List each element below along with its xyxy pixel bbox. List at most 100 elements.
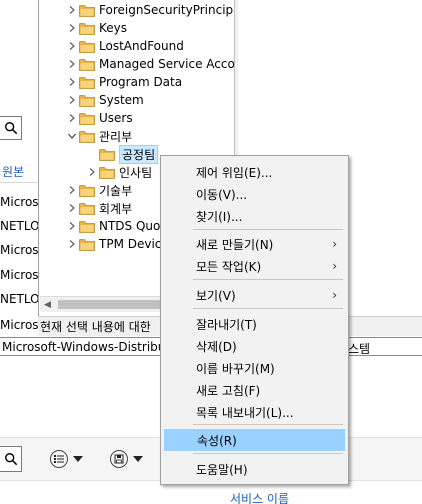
menu-separator: [193, 424, 343, 425]
list-item[interactable]: Microsoft: [0, 243, 38, 257]
search-button[interactable]: [0, 116, 22, 140]
tree-item-label: 인사팀: [119, 165, 153, 180]
list-item[interactable]: NETLOGON: [0, 292, 38, 306]
tree-item[interactable]: Program Data: [65, 73, 182, 91]
menu-item[interactable]: 모든 작업(K) ›: [164, 255, 345, 277]
chevron-right-icon[interactable]: [65, 37, 79, 55]
search-icon: [4, 453, 17, 466]
tree-item[interactable]: 공정팀: [85, 144, 159, 164]
menu-item[interactable]: 삭제(D): [164, 335, 345, 357]
menu-item[interactable]: 보기(V) ›: [164, 284, 345, 306]
divider: [0, 182, 38, 183]
save-button[interactable]: [110, 449, 143, 469]
menu-item[interactable]: 목록 내보내기(L)...: [164, 401, 345, 423]
tree-item-label: Program Data: [99, 75, 183, 89]
tree-item[interactable]: 관리부: [65, 127, 132, 145]
tree-item[interactable]: Managed Service Accou: [65, 55, 234, 73]
list-item[interactable]: Microsoft: [0, 318, 38, 332]
chevron-right-icon[interactable]: [65, 181, 79, 199]
menu-item[interactable]: 새로 고침(F): [164, 379, 345, 401]
column-header-source[interactable]: 원본: [2, 163, 24, 180]
folder-icon: [79, 184, 95, 197]
menu-separator: [193, 453, 343, 454]
menu-item[interactable]: 제어 위임(E)...: [164, 161, 345, 183]
menu-item-label: 새로 만들기(N): [196, 237, 274, 252]
folder-icon: [79, 22, 95, 35]
left-panel: 원본 Microsoft NETLOGON Microsoft Microsof…: [0, 0, 38, 340]
menu-item-label: 잘라내기(T): [196, 317, 257, 332]
menu-item[interactable]: 찾기(I)...: [164, 205, 345, 227]
menu-item-label: 도움말(H): [196, 462, 248, 477]
dropdown-arrow-icon[interactable]: [133, 456, 143, 462]
folder-icon: [79, 112, 95, 125]
list-item[interactable]: Microsoft: [0, 195, 38, 209]
list-icon: [50, 450, 68, 468]
menu-item-label: 삭제(D): [196, 339, 237, 354]
dropdown-arrow-icon[interactable]: [73, 456, 83, 462]
service-source-text: Microsoft-Windows-Distributed: [2, 339, 186, 354]
tree-item[interactable]: TPM Devic: [65, 235, 161, 253]
folder-icon: [79, 4, 95, 17]
scroll-left-icon[interactable]: ◀: [44, 300, 54, 310]
list-item[interactable]: Microsoft: [0, 268, 38, 282]
folder-icon: [79, 220, 95, 233]
search-icon: [4, 122, 17, 135]
chevron-right-icon[interactable]: [65, 55, 79, 73]
chevron-right-icon[interactable]: [65, 235, 79, 253]
tree-item-label: Users: [99, 111, 133, 125]
chevron-right-icon[interactable]: [65, 199, 79, 217]
tree-item-label: System: [99, 93, 144, 107]
menu-separator: [193, 229, 343, 230]
column-header-service-name[interactable]: 서비스 이름: [230, 490, 289, 504]
tree-item[interactable]: NTDS Quo: [65, 217, 160, 235]
tree-item[interactable]: LostAndFound: [65, 37, 184, 55]
tree-item[interactable]: Keys: [65, 19, 127, 37]
tree-item[interactable]: ForeignSecurityPrincipal: [65, 1, 234, 19]
tree-item-label: LostAndFound: [99, 39, 184, 53]
chevron-right-icon[interactable]: [65, 217, 79, 235]
tree-item[interactable]: System: [65, 91, 144, 109]
menu-item-label: 이름 바꾸기(M): [196, 361, 275, 376]
folder-icon: [79, 58, 95, 71]
search-button[interactable]: [0, 446, 22, 472]
menu-item[interactable]: 도움말(H): [164, 458, 345, 480]
menu-item[interactable]: 속성(R): [164, 429, 345, 451]
tree-item[interactable]: Users: [65, 109, 133, 127]
menu-separator: [193, 279, 343, 280]
chevron-right-icon[interactable]: [65, 73, 79, 91]
folder-icon: [79, 94, 95, 107]
chevron-right-icon[interactable]: [65, 19, 79, 37]
folder-icon: [99, 148, 115, 161]
chevron-right-icon[interactable]: [65, 1, 79, 19]
tree-item-label: Managed Service Accou: [99, 57, 234, 71]
menu-item[interactable]: 이동(V)...: [164, 183, 345, 205]
context-menu: 제어 위임(E)... 이동(V)... 찾기(I)... 새로 만들기(N) › 모든 …: [160, 155, 349, 485]
tree-item[interactable]: 기술부: [65, 181, 132, 199]
tree-item-label: 관리부: [99, 129, 133, 144]
submenu-arrow-icon: ›: [332, 259, 337, 273]
submenu-arrow-icon: ›: [332, 288, 337, 302]
menu-item[interactable]: 새로 만들기(N) ›: [164, 233, 345, 255]
folder-icon: [99, 166, 115, 179]
tree-item[interactable]: 인사팀: [85, 163, 152, 181]
tree-item-label: TPM Devic: [99, 237, 162, 251]
list-view-button[interactable]: [50, 449, 83, 469]
folder-icon: [79, 76, 95, 89]
scrollbar-thumb[interactable]: [58, 300, 168, 309]
menu-item-label: 속성(R): [197, 433, 237, 448]
chevron-right-icon[interactable]: [65, 109, 79, 127]
tree-item-label: NTDS Quo: [99, 219, 161, 233]
tree-item-label: ForeignSecurityPrincipal: [99, 3, 234, 17]
list-item[interactable]: NETLOGON: [0, 219, 38, 233]
folder-icon: [79, 130, 95, 143]
chevron-down-icon[interactable]: [65, 127, 79, 145]
tree-item-label: 회계부: [99, 201, 133, 216]
menu-item[interactable]: 잘라내기(T): [164, 313, 345, 335]
menu-item-label: 모든 작업(K): [196, 259, 262, 274]
menu-item-label: 찾기(I)...: [196, 209, 243, 224]
chevron-right-icon[interactable]: [85, 163, 99, 181]
tree-item[interactable]: 회계부: [65, 199, 132, 217]
menu-item[interactable]: 이름 바꾸기(M): [164, 357, 345, 379]
chevron-right-icon[interactable]: [65, 91, 79, 109]
